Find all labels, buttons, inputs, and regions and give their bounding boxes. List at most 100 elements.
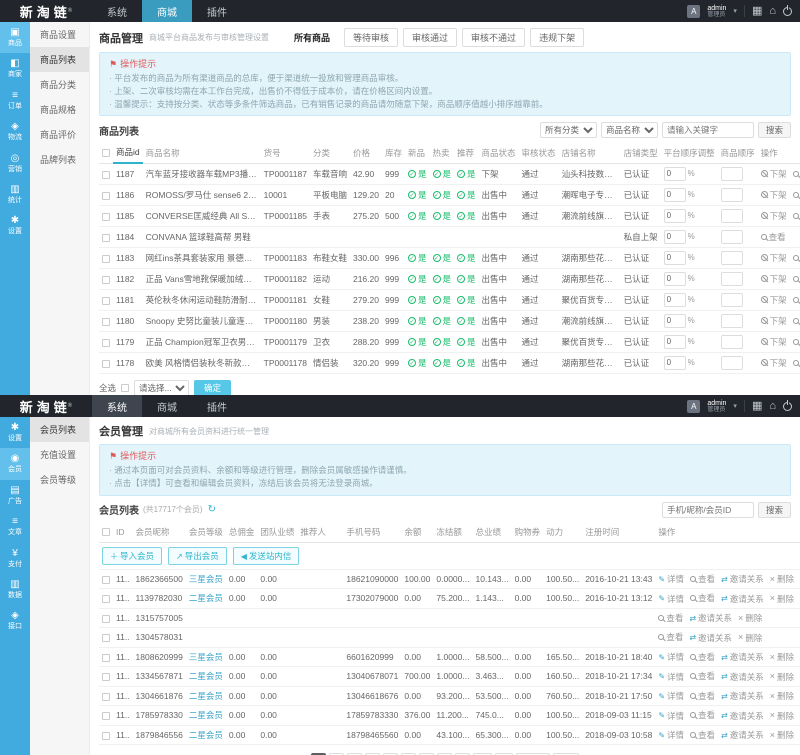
action-del[interactable]: 删除: [738, 612, 762, 624]
row-checkbox[interactable]: [102, 634, 110, 642]
nav-item-商城[interactable]: 商城: [142, 0, 192, 22]
import-members-button[interactable]: ＋导入会员: [102, 547, 162, 565]
rail-item-文章[interactable]: ≡文章: [0, 511, 30, 542]
keyword-input[interactable]: [662, 122, 754, 138]
submenu-item-会员等级[interactable]: 会员等级: [30, 467, 89, 492]
tab-审核不通过[interactable]: 审核不通过: [462, 28, 525, 47]
action-down[interactable]: 下架: [761, 189, 787, 201]
row-checkbox[interactable]: [102, 595, 110, 603]
rail-item-设置[interactable]: ✱设置: [0, 417, 30, 448]
action-edit[interactable]: 详情: [658, 573, 684, 585]
action-view[interactable]: 查看: [793, 252, 800, 264]
power-icon[interactable]: [783, 402, 792, 411]
toggle-new[interactable]: ✓是: [408, 189, 427, 201]
rail-item-设置[interactable]: ✱设置: [0, 210, 30, 241]
toggle-new[interactable]: ✓是: [408, 294, 427, 306]
cell-pseq-input[interactable]: [664, 167, 686, 181]
toggle-new[interactable]: ✓是: [408, 336, 427, 348]
toggle-hot[interactable]: ✓是: [433, 252, 452, 264]
rail-item-支付[interactable]: ¥支付: [0, 543, 30, 574]
cell-gseq-input[interactable]: [721, 209, 743, 223]
rail-item-数据[interactable]: ▥数据: [0, 574, 30, 605]
submenu-item-会员列表[interactable]: 会员列表: [30, 417, 89, 442]
action-down[interactable]: 下架: [761, 294, 787, 306]
cell-pseq-input[interactable]: [664, 314, 686, 328]
cell-gseq-input[interactable]: [721, 230, 743, 244]
submenu-item-商品规格[interactable]: 商品规格: [30, 97, 89, 122]
export-members-button[interactable]: ↗导出会员: [168, 547, 227, 565]
rail-item-广告[interactable]: ▤广告: [0, 480, 30, 511]
action-view[interactable]: 查看: [793, 273, 800, 285]
toggle-rec[interactable]: ✓是: [457, 252, 476, 264]
cell-gseq-input[interactable]: [721, 167, 743, 181]
power-icon[interactable]: [783, 7, 792, 16]
tab-等待审核[interactable]: 等待审核: [344, 28, 398, 47]
toggle-rec[interactable]: ✓是: [457, 336, 476, 348]
avatar[interactable]: A: [687, 400, 700, 413]
action-view[interactable]: 查看: [658, 631, 683, 643]
user-info[interactable]: admin管理员: [707, 5, 726, 18]
row-checkbox[interactable]: [102, 712, 110, 720]
row-checkbox[interactable]: [102, 673, 110, 681]
row-checkbox[interactable]: [102, 615, 110, 623]
toggle-rec[interactable]: ✓是: [457, 294, 476, 306]
action-view[interactable]: 查看: [690, 709, 715, 721]
toggle-new[interactable]: ✓是: [408, 357, 427, 369]
batch-action-select[interactable]: 请选择...: [134, 380, 189, 395]
action-invite[interactable]: 邀请关系: [721, 671, 764, 683]
action-edit[interactable]: 详情: [658, 729, 684, 741]
cell-gseq-input[interactable]: [721, 314, 743, 328]
apps-icon[interactable]: ▦: [752, 6, 762, 17]
action-view[interactable]: 查看: [690, 651, 715, 663]
nav-item-系统[interactable]: 系统: [92, 395, 142, 417]
home-icon[interactable]: ⌂: [769, 6, 776, 17]
cell-gseq-input[interactable]: [721, 335, 743, 349]
action-edit[interactable]: 详情: [658, 671, 684, 683]
action-down[interactable]: 下架: [761, 273, 787, 285]
action-view[interactable]: 查看: [690, 729, 715, 741]
chevron-down-icon[interactable]: ▾: [733, 7, 737, 15]
action-view[interactable]: 查看: [690, 690, 715, 702]
tab-所有商品[interactable]: 所有商品: [285, 28, 339, 47]
action-invite[interactable]: 邀请关系: [689, 632, 732, 644]
submenu-item-充值设置[interactable]: 充值设置: [30, 442, 89, 467]
toggle-hot[interactable]: ✓是: [433, 357, 452, 369]
action-edit[interactable]: 详情: [658, 690, 684, 702]
row-checkbox[interactable]: [102, 654, 110, 662]
toggle-new[interactable]: ✓是: [408, 315, 427, 327]
cell-pseq-input[interactable]: [664, 251, 686, 265]
toggle-hot[interactable]: ✓是: [433, 315, 452, 327]
action-del[interactable]: 删除: [770, 690, 794, 702]
action-view[interactable]: 查看: [690, 670, 715, 682]
row-checkbox[interactable]: [102, 149, 110, 157]
cell-pseq-input[interactable]: [664, 293, 686, 307]
toggle-hot[interactable]: ✓是: [433, 210, 452, 222]
toggle-hot[interactable]: ✓是: [433, 168, 452, 180]
cell-pseq-input[interactable]: [664, 272, 686, 286]
row-checkbox[interactable]: [102, 693, 110, 701]
batch-confirm-button[interactable]: 确定: [194, 380, 231, 395]
submenu-item-商品列表[interactable]: 商品列表: [30, 47, 89, 72]
cell-pseq-input[interactable]: [664, 209, 686, 223]
row-checkbox[interactable]: [102, 255, 110, 263]
toggle-rec[interactable]: ✓是: [457, 273, 476, 285]
row-checkbox[interactable]: [102, 234, 110, 242]
action-view[interactable]: 查看: [690, 573, 715, 585]
row-checkbox[interactable]: [102, 318, 110, 326]
cell-pseq-input[interactable]: [664, 335, 686, 349]
toggle-rec[interactable]: ✓是: [457, 189, 476, 201]
toggle-rec[interactable]: ✓是: [457, 210, 476, 222]
action-del[interactable]: 删除: [770, 573, 794, 585]
action-view[interactable]: 查看: [793, 336, 800, 348]
cell-gseq-input[interactable]: [721, 272, 743, 286]
home-icon[interactable]: ⌂: [769, 401, 776, 412]
member-search-button[interactable]: 搜索: [758, 502, 791, 518]
cell-pseq-input[interactable]: [664, 230, 686, 244]
action-view[interactable]: 查看: [658, 612, 683, 624]
row-checkbox[interactable]: [102, 339, 110, 347]
action-del[interactable]: 删除: [770, 593, 794, 605]
row-checkbox[interactable]: [102, 297, 110, 305]
nav-item-插件[interactable]: 插件: [192, 395, 242, 417]
action-edit[interactable]: 详情: [658, 651, 684, 663]
rail-item-会员[interactable]: ◉会员: [0, 448, 30, 479]
